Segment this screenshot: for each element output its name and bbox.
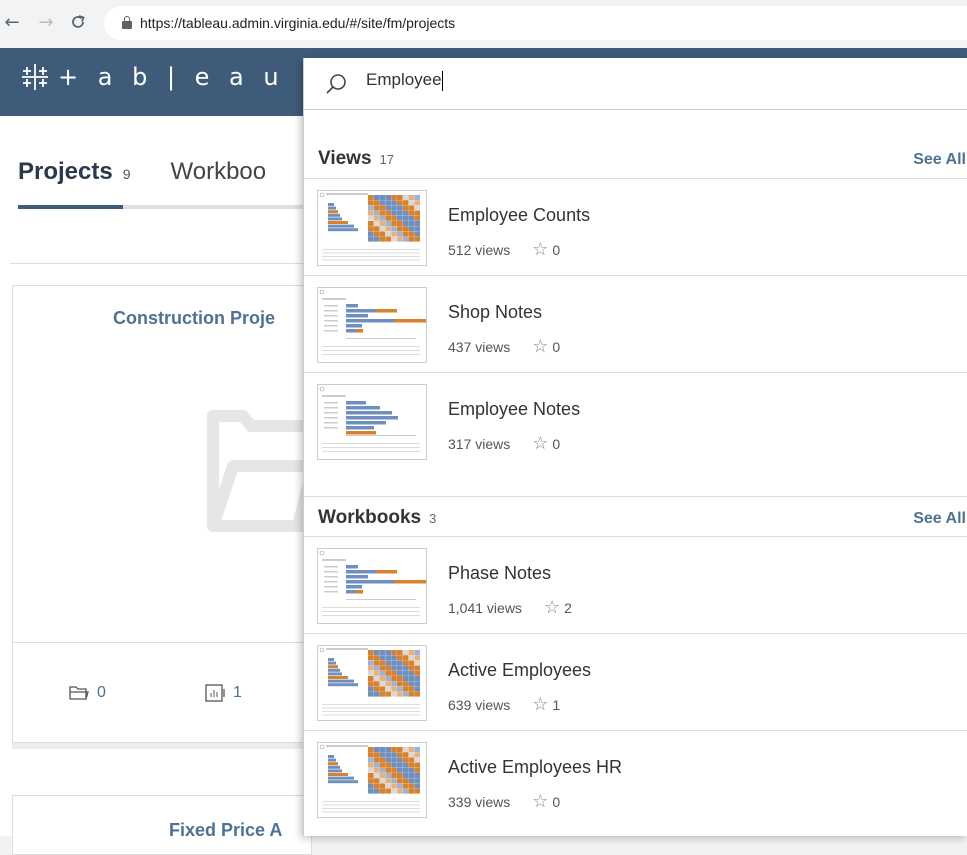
- thumbnail-image: [317, 287, 427, 363]
- workbooks-group-title: Workbooks 3: [318, 507, 437, 528]
- result-title[interactable]: Employee Notes: [448, 399, 580, 420]
- star-icon[interactable]: ☆: [532, 694, 548, 715]
- search-result-view[interactable]: Shop Notes 437 views ☆ 0: [304, 275, 967, 372]
- content-tabs: Projects 9 Workboo: [18, 158, 266, 186]
- subfolder-count[interactable]: 0: [69, 684, 106, 702]
- small-folder-icon: [69, 686, 89, 700]
- views-group-header: Views 17 See All: [304, 138, 967, 178]
- star-icon[interactable]: ☆: [532, 336, 548, 357]
- tab-projects[interactable]: Projects: [18, 158, 113, 186]
- project-card[interactable]: Construction Proje 0 1: [12, 285, 313, 743]
- result-meta: 1,041 views ☆ 2: [448, 597, 572, 618]
- project-card-title[interactable]: Fixed Price A: [169, 820, 282, 841]
- browser-toolbar: ← → https://tableau.admin.virginia.edu/#…: [0, 0, 967, 48]
- search-result-workbook[interactable]: Active Employees 639 views ☆ 1: [304, 633, 967, 730]
- tableau-logo[interactable]: + a b | e a u: [20, 62, 285, 92]
- tableau-logo-icon: [22, 64, 48, 90]
- workbooks-group-header: Workbooks 3 See All: [304, 496, 967, 536]
- lock-icon: [122, 16, 132, 29]
- thumbnail-image: [317, 190, 427, 266]
- active-tab-indicator: [18, 205, 123, 209]
- card-shadow: [12, 743, 312, 749]
- search-dropdown: Employee Views 17 See All Employee Counts…: [303, 58, 967, 836]
- address-bar[interactable]: https://tableau.admin.virginia.edu/#/sit…: [104, 6, 967, 40]
- tab-workbooks[interactable]: Workboo: [171, 158, 267, 186]
- card-divider: [13, 642, 313, 643]
- workbook-icon: [205, 684, 225, 702]
- forward-arrow-icon[interactable]: →: [34, 10, 58, 34]
- reload-icon[interactable]: [66, 10, 90, 34]
- thumbnail-image: [317, 384, 427, 460]
- search-input[interactable]: Employee: [366, 70, 946, 98]
- result-meta: 512 views ☆ 0: [448, 239, 561, 260]
- search-result-workbook[interactable]: Active Employees HR 339 views ☆ 0: [304, 730, 967, 827]
- result-meta: 639 views ☆ 1: [448, 694, 561, 715]
- search-result-workbook[interactable]: Phase Notes 1,041 views ☆ 2: [304, 536, 967, 633]
- result-title[interactable]: Employee Counts: [448, 205, 590, 226]
- thumbnail-image: [317, 742, 427, 818]
- workbooks-see-all-link[interactable]: See All: [913, 510, 966, 528]
- star-icon[interactable]: ☆: [544, 597, 560, 618]
- result-title[interactable]: Active Employees: [448, 660, 591, 681]
- url-text: https://tableau.admin.virginia.edu/#/sit…: [140, 15, 456, 31]
- star-icon[interactable]: ☆: [532, 791, 548, 812]
- back-arrow-icon[interactable]: ←: [0, 10, 24, 34]
- project-card-title[interactable]: Construction Proje: [113, 308, 275, 329]
- subfolder-count-value: 0: [97, 684, 106, 701]
- folder-icon: [207, 410, 313, 532]
- workbook-count[interactable]: 1: [205, 684, 242, 702]
- views-group-title: Views 17: [318, 148, 394, 169]
- star-icon[interactable]: ☆: [532, 433, 548, 454]
- result-title[interactable]: Active Employees HR: [448, 757, 622, 778]
- result-meta: 317 views ☆ 0: [448, 433, 561, 454]
- result-title[interactable]: Shop Notes: [448, 302, 542, 323]
- views-see-all-link[interactable]: See All: [913, 151, 966, 169]
- result-meta: 437 views ☆ 0: [448, 336, 561, 357]
- search-icon: [326, 74, 346, 94]
- search-result-view[interactable]: Employee Notes 317 views ☆ 0: [304, 372, 967, 469]
- tab-projects-count: 9: [122, 166, 131, 182]
- star-icon[interactable]: ☆: [532, 239, 548, 260]
- search-bar: Employee: [304, 58, 967, 110]
- result-meta: 339 views ☆ 0: [448, 791, 561, 812]
- search-result-view[interactable]: Employee Counts 512 views ☆ 0: [304, 178, 967, 275]
- project-card[interactable]: Fixed Price A: [12, 795, 312, 855]
- logo-wordmark: + a b | e a u: [58, 63, 285, 91]
- thumbnail-image: [317, 548, 427, 624]
- workbook-count-value: 1: [233, 684, 242, 701]
- section-divider: [10, 263, 310, 264]
- thumbnail-image: [317, 645, 427, 721]
- result-title[interactable]: Phase Notes: [448, 563, 551, 584]
